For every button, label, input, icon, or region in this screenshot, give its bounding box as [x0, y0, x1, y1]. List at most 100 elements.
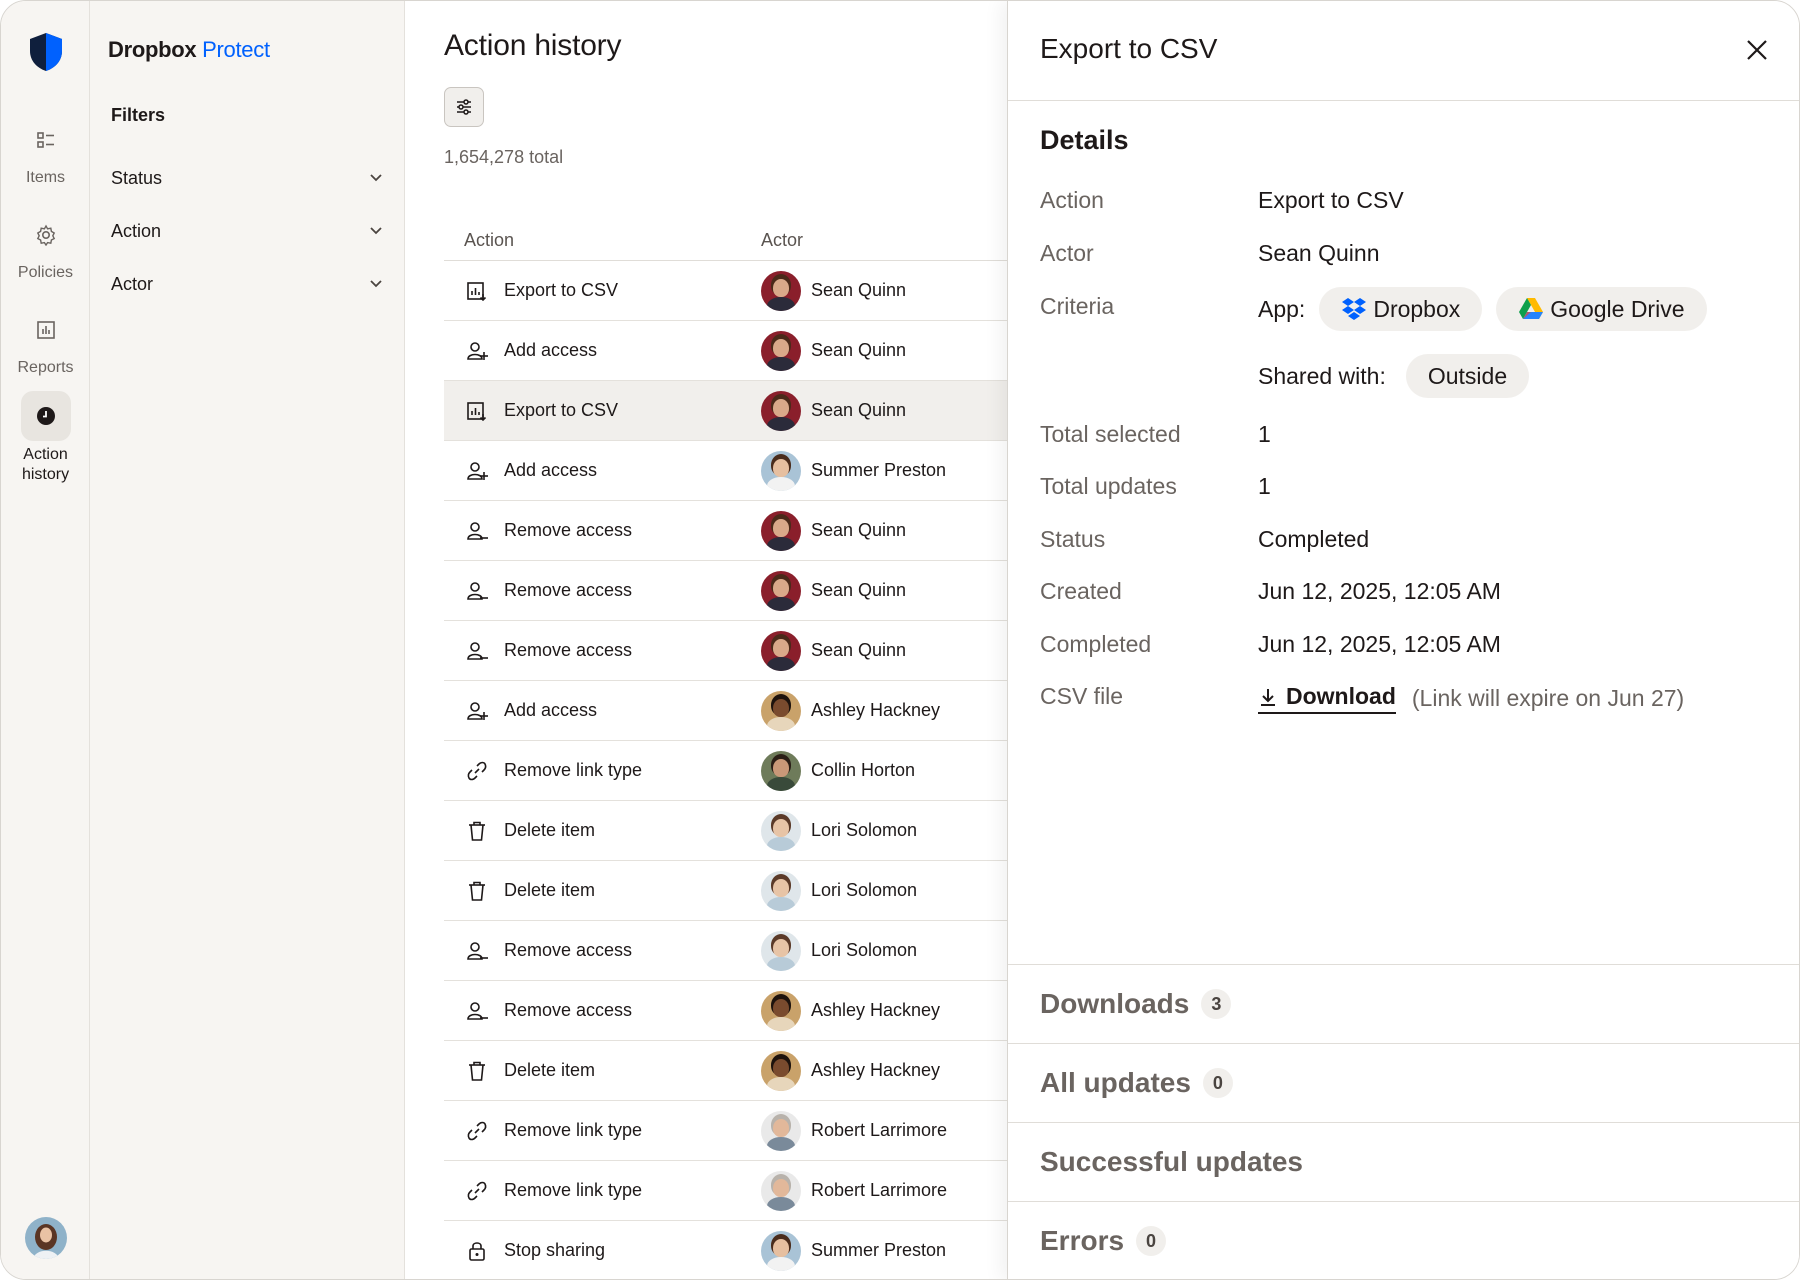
- avatar: [761, 690, 801, 731]
- table-row[interactable]: Remove link type Robert Larrimore: [444, 1161, 1007, 1221]
- remove-access-icon: [466, 520, 488, 542]
- detail-label: Actor: [1040, 240, 1094, 266]
- column-header-action[interactable]: Action: [444, 230, 761, 251]
- clock-icon: [20, 391, 71, 441]
- table-row[interactable]: Remove access Sean Quinn: [444, 621, 1007, 681]
- cell-actor: Lori Solomon: [761, 870, 1007, 911]
- filter-status[interactable]: Status: [111, 162, 383, 194]
- rail-item-policies[interactable]: Policies: [1, 210, 90, 282]
- actor-name: Lori Solomon: [811, 940, 918, 960]
- cell-actor: Sean Quinn: [761, 390, 1007, 431]
- cell-action: Export to CSV: [444, 280, 761, 302]
- app-window: Items Policies Reports Action history Dr…: [0, 0, 1800, 1280]
- drawer-title: Export to CSV: [1040, 33, 1218, 64]
- cell-action: Add access: [444, 460, 761, 482]
- app-chip-google-drive: Google Drive: [1496, 287, 1707, 331]
- action-label: Delete item: [504, 1060, 596, 1080]
- table-row[interactable]: Remove access Sean Quinn: [444, 561, 1007, 621]
- table-row[interactable]: Stop sharing Summer Preston: [444, 1221, 1007, 1279]
- cell-actor: Sean Quinn: [761, 570, 1007, 611]
- table-row[interactable]: Add access Sean Quinn: [444, 321, 1007, 381]
- detail-label: Created: [1040, 578, 1122, 604]
- action-label: Remove link type: [504, 760, 643, 780]
- cell-actor: Sean Quinn: [761, 330, 1007, 371]
- action-label: Remove access: [504, 580, 633, 600]
- cell-action: Remove access: [444, 940, 761, 962]
- cell-actor: Sean Quinn: [761, 630, 1007, 671]
- actor-name: Sean Quinn: [811, 400, 907, 420]
- cell-actor: Ashley Hackney: [761, 1050, 1007, 1091]
- cell-action: Export to CSV: [444, 400, 761, 422]
- detail-value: 1: [1258, 421, 1271, 447]
- table-row[interactable]: Remove link type Robert Larrimore: [444, 1101, 1007, 1161]
- avatar: [761, 570, 801, 611]
- action-label: Export to CSV: [504, 400, 619, 420]
- drawer-header: Export to CSV: [1008, 1, 1799, 101]
- policies-icon: [21, 210, 71, 260]
- avatar: [761, 510, 801, 551]
- actor-name: Summer Preston: [811, 460, 947, 480]
- detail-row-created: Created Jun 12, 2025, 12:05 AM: [1040, 578, 1770, 605]
- table-row[interactable]: Delete item Lori Solomon: [444, 861, 1007, 921]
- table-row[interactable]: Add access Summer Preston: [444, 441, 1007, 501]
- link-icon: [466, 1120, 488, 1142]
- table-row[interactable]: Delete item Lori Solomon: [444, 801, 1007, 861]
- detail-value-download: Download (Link will expire on Jun 27): [1258, 683, 1684, 714]
- download-label: Download: [1286, 683, 1396, 709]
- table-row[interactable]: Remove access Sean Quinn: [444, 501, 1007, 561]
- actor-name: Lori Solomon: [811, 820, 918, 840]
- rail-item-items[interactable]: Items: [1, 115, 90, 187]
- chevron-down-icon: [370, 280, 382, 288]
- detail-row-total-selected: Total selected 1: [1040, 421, 1770, 448]
- action-label: Add access: [504, 460, 598, 480]
- close-button[interactable]: [1740, 33, 1774, 67]
- avatar: [761, 990, 801, 1031]
- action-table: Action Actor Export to CSV Sean Quinn Add …: [444, 221, 1007, 1279]
- detail-value: Jun 12, 2025, 12:05 AM: [1258, 631, 1501, 657]
- filter-actor[interactable]: Actor: [111, 268, 383, 300]
- table-row[interactable]: Remove link type Collin Horton: [444, 741, 1007, 801]
- actor-name: Lori Solomon: [811, 880, 918, 900]
- section-successful-updates[interactable]: Successful updates: [1008, 1122, 1799, 1201]
- cell-action: Delete item: [444, 1060, 761, 1082]
- table-row[interactable]: Delete item Ashley Hackney: [444, 1041, 1007, 1101]
- cell-action: Stop sharing: [444, 1240, 761, 1262]
- app-chip-label: Dropbox: [1373, 295, 1461, 322]
- link-expiry-note: (Link will expire on Jun 27): [1411, 685, 1685, 711]
- cell-action: Delete item: [444, 820, 761, 842]
- detail-value: Export to CSV: [1258, 187, 1404, 213]
- rail-item-action-history[interactable]: Action history: [1, 391, 90, 485]
- table-row[interactable]: Add access Ashley Hackney: [444, 681, 1007, 741]
- action-label: Remove link type: [504, 1180, 643, 1200]
- download-link[interactable]: Download: [1258, 683, 1396, 714]
- table-body: Export to CSV Sean Quinn Add access Sean Qu…: [444, 261, 1007, 1279]
- table-row[interactable]: Remove access Lori Solomon: [444, 921, 1007, 981]
- avatar: [761, 630, 801, 671]
- action-label: Remove access: [504, 1000, 633, 1020]
- items-icon: [21, 115, 71, 165]
- rail-item-reports[interactable]: Reports: [1, 305, 90, 377]
- table-row[interactable]: Export to CSV Sean Quinn: [444, 381, 1007, 441]
- action-label: Delete item: [504, 880, 596, 900]
- avatar: [761, 930, 801, 971]
- table-row[interactable]: Export to CSV Sean Quinn: [444, 261, 1007, 321]
- rail-item-label: Action history: [21, 446, 70, 483]
- cell-actor: Collin Horton: [761, 750, 1007, 791]
- cell-action: Add access: [444, 340, 761, 362]
- section-errors[interactable]: Errors 0: [1008, 1201, 1799, 1279]
- section-all-updates[interactable]: All updates 0: [1008, 1043, 1799, 1122]
- table-row[interactable]: Remove access Ashley Hackney: [444, 981, 1007, 1041]
- app-chip-label: Google Drive: [1550, 295, 1685, 322]
- section-downloads[interactable]: Downloads 3: [1008, 964, 1799, 1043]
- column-header-actor[interactable]: Actor: [761, 230, 1007, 251]
- filter-settings-button[interactable]: [444, 87, 484, 127]
- rail-item-label: Reports: [17, 359, 74, 376]
- remove-access-icon: [466, 580, 488, 602]
- action-label: Add access: [504, 340, 598, 360]
- link-icon: [466, 760, 488, 782]
- user-avatar[interactable]: [25, 1217, 67, 1259]
- detail-row-action: Action Export to CSV: [1040, 187, 1770, 214]
- brand-product: Protect: [202, 37, 270, 62]
- cell-action: Remove access: [444, 640, 761, 662]
- filter-action[interactable]: Action: [111, 215, 383, 247]
